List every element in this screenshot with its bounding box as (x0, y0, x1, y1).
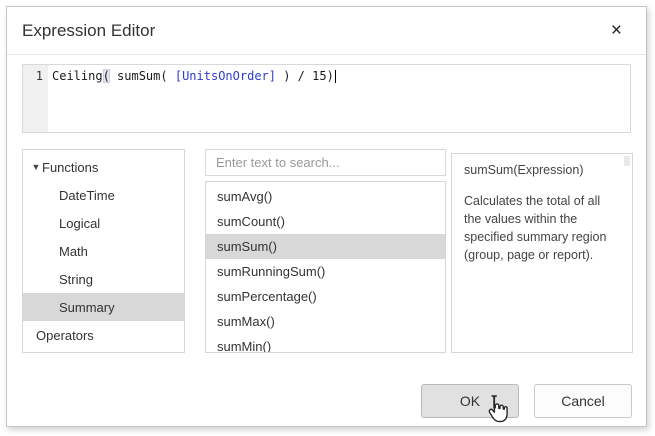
list-item-sumavg[interactable]: sumAvg() (206, 184, 445, 209)
tree-item-math[interactable]: Math (23, 237, 184, 265)
tree-item-summary[interactable]: Summary (23, 293, 184, 321)
function-list-column: sumAvg()sumCount()sumSum()sumRunningSum(… (205, 149, 446, 353)
code-function: Ceiling (52, 69, 103, 83)
list-item-sumcount[interactable]: sumCount() (206, 209, 445, 234)
search-input[interactable] (205, 149, 446, 176)
tree-item-variables[interactable]: Variables (23, 349, 184, 353)
expression-editor-dialog: Expression Editor × 1 Ceiling( sumSum( [… (6, 6, 647, 427)
code-paren-highlight: ( (103, 69, 110, 83)
dialog-footer: OK Cancel (421, 384, 632, 418)
dialog-content: 1 Ceiling( sumSum( [UnitsOnOrder] ) / 15… (7, 55, 646, 353)
tree-item-label: Functions (42, 160, 98, 175)
tree-item-label: Summary (59, 300, 115, 315)
ok-button[interactable]: OK (421, 384, 519, 418)
tree-item-label: Operators (36, 328, 94, 343)
tree-item-label: Logical (59, 216, 100, 231)
tree-item-functions[interactable]: ▼Functions (23, 153, 184, 181)
category-tree: ▼Functions DateTime Logical Math String Summa… (22, 149, 185, 353)
tree-item-datetime[interactable]: DateTime (23, 181, 184, 209)
function-signature: sumSum(Expression) (464, 163, 620, 177)
text-caret (335, 70, 336, 83)
code-line: Ceiling( sumSum( [UnitsOnOrder] ) / 15) (48, 65, 336, 132)
line-number: 1 (36, 69, 43, 83)
list-item-summin[interactable]: sumMin() (206, 334, 445, 353)
description-panel: sumSum(Expression) Calculates the total … (451, 153, 633, 353)
line-number-gutter: 1 (23, 65, 48, 132)
scrollbar-thumb[interactable] (624, 156, 630, 166)
tree-item-string[interactable]: String (23, 265, 184, 293)
list-item-summax[interactable]: sumMax() (206, 309, 445, 334)
close-icon[interactable]: × (607, 19, 626, 42)
code-tail: ) / 15) (276, 69, 334, 83)
dialog-title: Expression Editor (22, 21, 155, 41)
tree-item-operators[interactable]: Operators (23, 321, 184, 349)
tree-item-label: Math (59, 244, 88, 259)
expander-down-icon[interactable]: ▼ (30, 162, 42, 172)
tree-item-label: String (59, 272, 93, 287)
tree-item-label: DateTime (59, 188, 115, 203)
function-list: sumAvg()sumCount()sumSum()sumRunningSum(… (205, 181, 446, 353)
function-description: Calculates the total of all the values w… (464, 192, 620, 265)
list-item-sumpercentage[interactable]: sumPercentage() (206, 284, 445, 309)
expression-code-editor[interactable]: 1 Ceiling( sumSum( [UnitsOnOrder] ) / 15… (22, 64, 631, 133)
code-inner: sumSum( (110, 69, 175, 83)
list-item-sumsum[interactable]: sumSum() (206, 234, 445, 259)
dialog-titlebar: Expression Editor × (7, 7, 646, 55)
code-field-ref: [UnitsOnOrder] (175, 69, 276, 83)
tree-item-logical[interactable]: Logical (23, 209, 184, 237)
cancel-button[interactable]: Cancel (534, 384, 632, 418)
panels-row: ▼Functions DateTime Logical Math String Summa… (22, 149, 631, 353)
list-item-sumrunningsum[interactable]: sumRunningSum() (206, 259, 445, 284)
